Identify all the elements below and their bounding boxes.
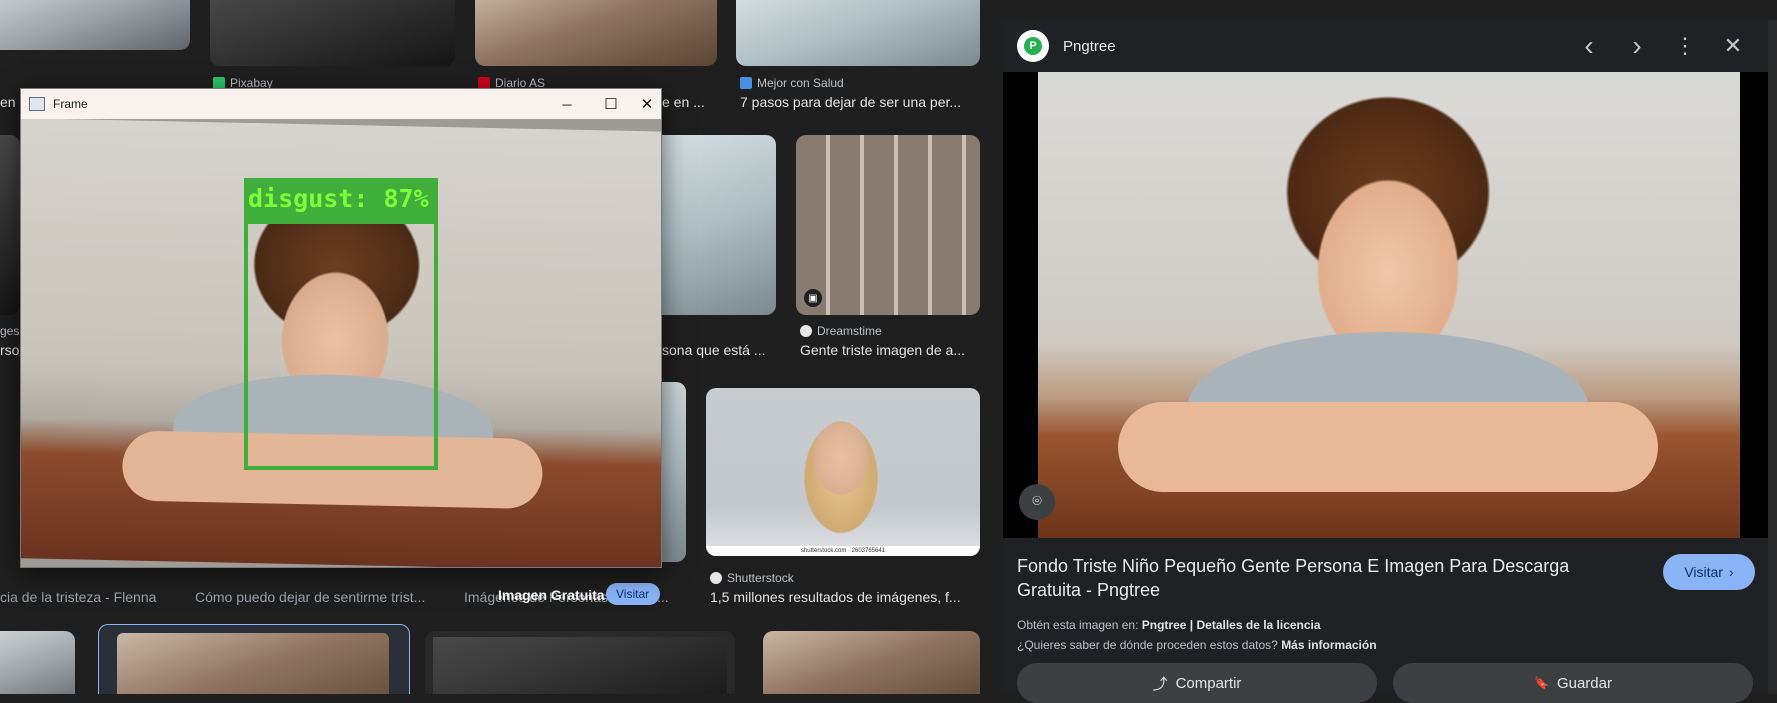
image-source-line: Obtén esta imagen en: Pngtree | Detalles… [1017,618,1321,632]
frame-video: disgust: 87% [21,119,661,567]
share-label: Compartir [1175,674,1242,692]
result-image [117,633,389,694]
save-label: Guardar [1556,674,1612,692]
result-caption[interactable]: 7 pasos para dejar de ser una per... [740,94,980,110]
frame-app-icon [29,97,45,111]
close-icon[interactable]: ✕ [633,89,661,119]
result-caption[interactable]: Cómo puedo dejar de sentirme trist... [195,589,435,605]
share-icon: ⤴ [1152,675,1168,693]
result-thumbnail[interactable] [0,135,20,315]
result-thumbnail[interactable] [763,631,980,694]
pngtree-logo-icon: P [1024,37,1042,55]
panel-header: P Pngtree ‹ › ⋮ ✕ [1001,20,1777,72]
result-caption[interactable]: cia de la tristeza - Flenna [0,589,170,605]
previous-icon[interactable]: ‹ [1573,30,1605,62]
result-caption[interactable]: Gente triste imagen de a... [800,342,980,358]
preview-image-area[interactable]: ⌾ [1003,72,1775,538]
result-image [433,637,727,694]
result-caption[interactable]: e en ... [662,94,732,110]
visit-label: Visitar [1684,564,1723,580]
preview-image [1038,72,1740,538]
maximize-icon[interactable]: ☐ [589,89,633,119]
mejor-con-salud-favicon-icon [740,77,752,89]
result-caption[interactable]: 1,5 millones resultados de imágenes, f..… [710,589,980,605]
data-origin-line: ¿Quieres saber de dónde proceden estos d… [1017,638,1377,652]
chevron-right-icon: › [1728,564,1734,580]
more-options-icon[interactable]: ⋮ [1669,30,1701,62]
save-button[interactable]: 🔖 Guardar [1393,663,1753,703]
dreamstime-favicon-icon [800,325,812,337]
source-link[interactable]: Pngtree [1142,618,1187,632]
more-info-link[interactable]: Más información [1281,638,1376,652]
result-thumbnail[interactable] [425,631,735,694]
partial-visit-button[interactable]: Visitar [606,583,660,605]
license-link[interactable]: Detalles de la licencia [1197,618,1321,632]
close-icon[interactable]: ✕ [1717,30,1749,62]
shutterstock-watermark: shutterstock.com · 2603765641 [706,546,980,556]
frame-window[interactable]: Frame ─ ☐ ✕ disgust: 87% [20,88,662,568]
frame-title-bar[interactable]: Frame ─ ☐ ✕ [21,89,661,119]
result-thumbnail[interactable] [736,0,980,66]
image-icon: ▣ [804,289,822,307]
result-caption[interactable]: sona que está ... [662,342,772,358]
next-icon[interactable]: › [1621,30,1653,62]
preview-title[interactable]: Fondo Triste Niño Pequeño Gente Persona … [1017,554,1637,602]
site-logo[interactable]: P [1017,30,1049,62]
result-source[interactable]: Mejor con Salud [740,76,844,90]
site-name[interactable]: Pngtree [1063,38,1116,55]
preview-arms [1118,402,1658,492]
result-thumbnail[interactable] [0,631,75,694]
result-thumbnail[interactable]: shutterstock.com · 2603765641 [706,388,980,556]
result-source[interactable]: Dreamstime [800,324,882,338]
frame-title: Frame [53,97,88,111]
result-thumbnail[interactable] [210,0,455,66]
face-bounding-box [244,220,438,470]
result-caption[interactable]: en [0,94,22,110]
share-button[interactable]: ⤴ Compartir [1017,663,1377,703]
result-thumbnail[interactable] [0,0,190,50]
result-thumbnail-selected[interactable] [98,624,410,694]
image-preview-panel: P Pngtree ‹ › ⋮ ✕ ⌾ Fondo Triste Niño Pe… [1001,20,1777,703]
result-thumbnail[interactable]: ▣ [796,135,980,315]
visit-button[interactable]: Visitar › [1663,554,1755,590]
result-thumbnail[interactable] [475,0,717,66]
result-source[interactable]: ges [0,324,19,338]
result-source[interactable]: Shutterstock [710,571,794,585]
partial-overlay-text: Imagen Gratuita - [498,587,614,603]
minimize-icon[interactable]: ─ [545,89,589,119]
shutterstock-favicon-icon [710,572,722,584]
result-caption[interactable]: rso [0,342,20,358]
google-lens-icon[interactable]: ⌾ [1019,484,1055,520]
bookmark-icon: 🔖 [1534,676,1549,690]
emotion-label: disgust: 87% [244,178,438,220]
page-scrollbar[interactable] [1768,20,1777,694]
